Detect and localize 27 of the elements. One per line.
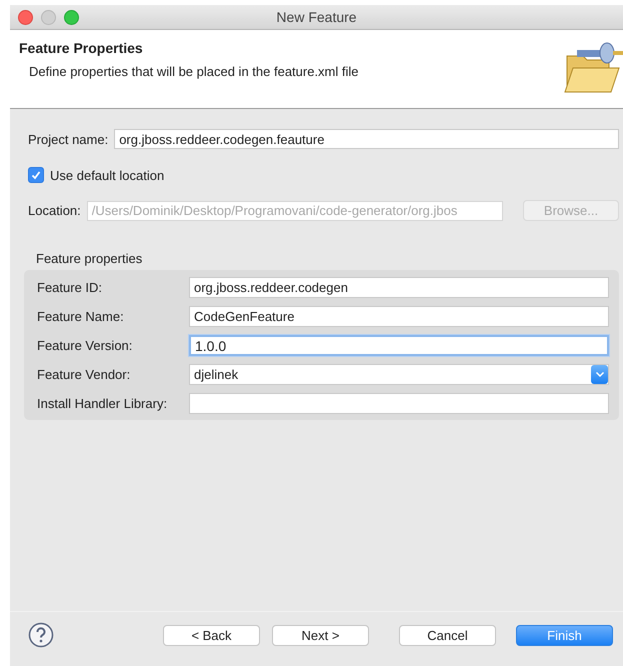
zoom-button[interactable] [64, 10, 79, 24]
field-label: Feature Version: [37, 338, 134, 353]
chevron-down-icon [594, 371, 604, 378]
close-button[interactable] [18, 10, 33, 24]
field-label: Project name: [28, 132, 108, 146]
page-description: Define properties that will be placed in the feature.xml file [29, 64, 359, 79]
dropdown-field[interactable]: djelinek [189, 364, 609, 385]
field-label: Feature Name: [37, 309, 125, 324]
text-field[interactable]: 1.0.0 [189, 335, 609, 356]
window-title: New Feature [276, 9, 357, 25]
checkbox[interactable] [28, 167, 44, 183]
project-name-field[interactable]: org.jboss.reddeer.codegen.feauture [114, 129, 619, 149]
group-title: Feature properties [36, 251, 144, 266]
help-icon[interactable] [28, 622, 54, 648]
text-field[interactable]: CodeGenFeature [189, 306, 609, 327]
checkmark-icon [30, 169, 42, 181]
checkbox-label: Use default location [50, 168, 164, 182]
page-title: Feature Properties [19, 40, 144, 56]
dialog-button[interactable]: < Back [163, 624, 260, 646]
dialog-button[interactable]: Cancel [399, 624, 496, 646]
field-label: Feature ID: [37, 280, 104, 295]
dialog-button[interactable]: Next > [272, 624, 369, 646]
text-field[interactable]: org.jboss.reddeer.codegen [189, 277, 609, 298]
field-label: Install Handler Library: [37, 396, 168, 411]
field-label: Location: [28, 203, 81, 218]
text-field[interactable] [189, 393, 609, 414]
field-label: Feature Vendor: [37, 367, 132, 382]
